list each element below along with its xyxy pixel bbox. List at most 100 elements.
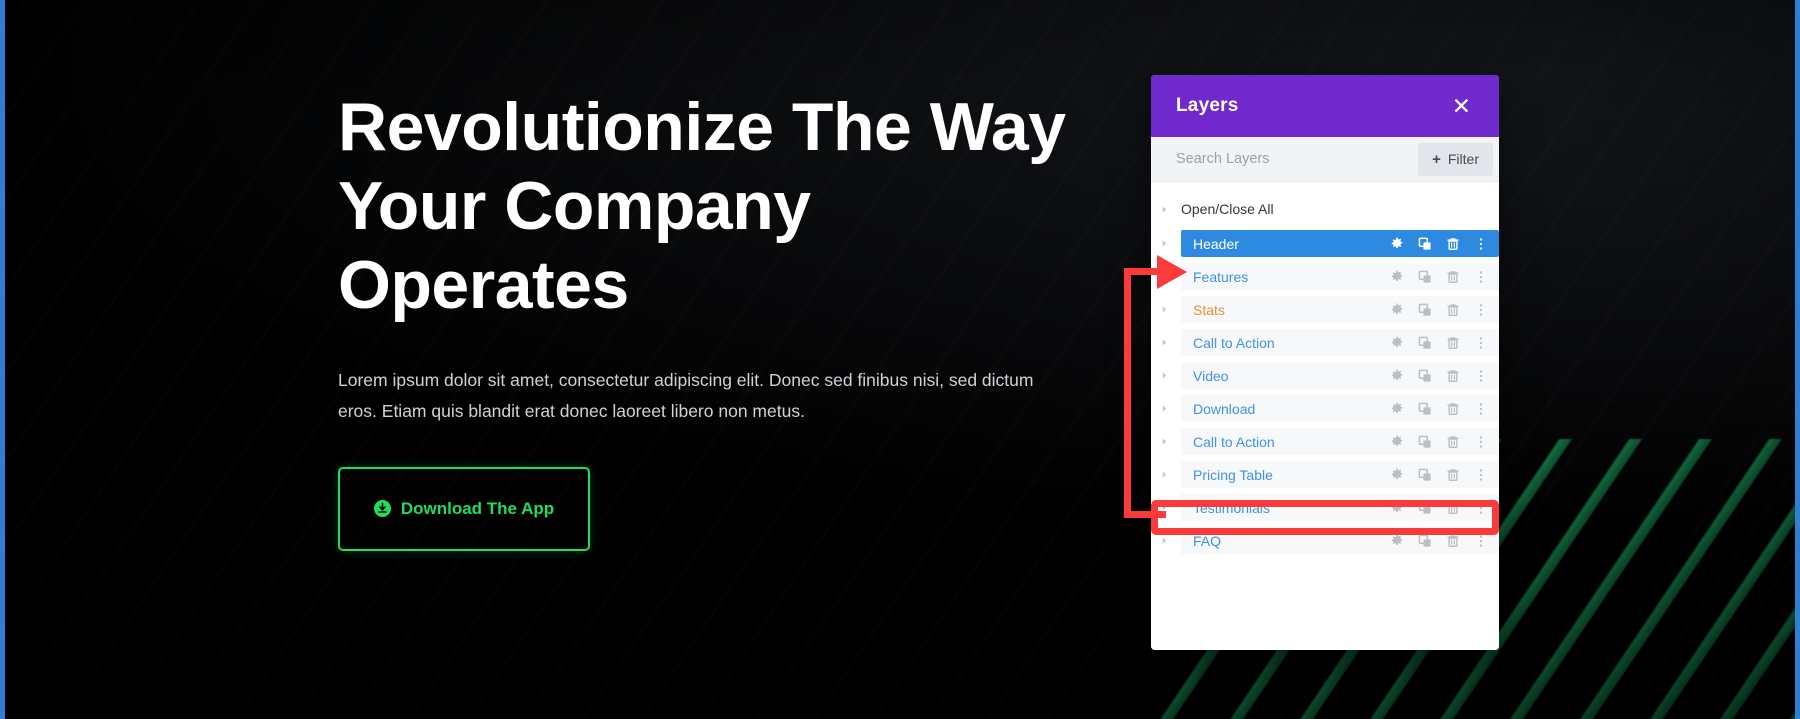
- download-the-app-button[interactable]: Download The App: [338, 466, 590, 551]
- gear-icon[interactable]: [1389, 236, 1404, 251]
- duplicate-icon[interactable]: [1417, 467, 1432, 482]
- caret-right-icon[interactable]: [1157, 336, 1171, 350]
- layer-row-pricing-table[interactable]: Pricing Table: [1151, 461, 1499, 488]
- trash-icon[interactable]: [1445, 434, 1460, 449]
- duplicate-icon[interactable]: [1417, 368, 1432, 383]
- gear-icon[interactable]: [1389, 401, 1404, 416]
- trash-icon[interactable]: [1445, 401, 1460, 416]
- kebab-menu-icon[interactable]: [1473, 335, 1488, 350]
- layer-row-video[interactable]: Video: [1151, 362, 1499, 389]
- layer-row-content[interactable]: Pricing Table: [1181, 461, 1499, 488]
- cta-container: Download The App: [338, 466, 1078, 551]
- caret-right-icon[interactable]: [1157, 534, 1171, 548]
- kebab-menu-icon[interactable]: [1473, 302, 1488, 317]
- trash-icon[interactable]: [1445, 500, 1460, 515]
- trash-icon[interactable]: [1445, 236, 1460, 251]
- plus-icon: +: [1432, 150, 1441, 168]
- caret-right-icon[interactable]: [1157, 468, 1171, 482]
- layers-search-bar: + Filter: [1151, 137, 1499, 182]
- layer-row-content[interactable]: Header: [1181, 230, 1499, 257]
- hero-paragraph: Lorem ipsum dolor sit amet, consectetur …: [338, 369, 1034, 421]
- layer-row-download[interactable]: Download: [1151, 395, 1499, 422]
- trash-icon[interactable]: [1445, 335, 1460, 350]
- layers-list: Open/Close All Header Features Stats Call t…: [1151, 182, 1499, 650]
- caret-right-icon[interactable]: [1157, 303, 1171, 317]
- gear-icon[interactable]: [1389, 467, 1404, 482]
- download-circle-icon: [373, 500, 391, 518]
- gear-icon[interactable]: [1389, 269, 1404, 284]
- caret-right-icon[interactable]: [1157, 202, 1171, 216]
- kebab-menu-icon[interactable]: [1473, 401, 1488, 416]
- trash-icon[interactable]: [1445, 467, 1460, 482]
- layer-row-content[interactable]: Video: [1181, 362, 1499, 389]
- layer-row-header[interactable]: Header: [1151, 230, 1499, 257]
- duplicate-icon[interactable]: [1417, 335, 1432, 350]
- layer-row-call-to-action[interactable]: Call to Action: [1151, 428, 1499, 455]
- duplicate-icon[interactable]: [1417, 434, 1432, 449]
- duplicate-icon[interactable]: [1417, 533, 1432, 548]
- gear-icon[interactable]: [1389, 500, 1404, 515]
- layer-row-actions: [1389, 467, 1490, 482]
- layer-row-testimonials[interactable]: Testimonials: [1151, 494, 1499, 521]
- trash-icon[interactable]: [1445, 269, 1460, 284]
- trash-icon[interactable]: [1445, 302, 1460, 317]
- layer-row-label: Header: [1193, 235, 1239, 252]
- layer-row-label: Features: [1193, 268, 1249, 285]
- kebab-menu-icon[interactable]: [1473, 467, 1488, 482]
- kebab-menu-icon[interactable]: [1473, 533, 1488, 548]
- filter-button-label: Filter: [1447, 151, 1479, 167]
- duplicate-icon[interactable]: [1417, 236, 1432, 251]
- gear-icon[interactable]: [1389, 434, 1404, 449]
- gear-icon[interactable]: [1389, 533, 1404, 548]
- gear-icon[interactable]: [1389, 302, 1404, 317]
- close-icon[interactable]: ✕: [1448, 93, 1475, 120]
- caret-right-icon[interactable]: [1157, 270, 1171, 284]
- kebab-menu-icon[interactable]: [1473, 269, 1488, 284]
- hero-section: Revolutionize The Way Your Company Opera…: [338, 88, 1078, 551]
- open-close-all-label: Open/Close All: [1181, 201, 1274, 217]
- caret-right-icon[interactable]: [1157, 402, 1171, 416]
- trash-icon[interactable]: [1445, 368, 1460, 383]
- layer-row-content[interactable]: Testimonials: [1181, 494, 1499, 521]
- filter-button[interactable]: + Filter: [1418, 142, 1493, 176]
- caret-right-icon[interactable]: [1157, 435, 1171, 449]
- gear-icon[interactable]: [1389, 335, 1404, 350]
- browser-viewport: Revolutionize The Way Your Company Opera…: [0, 0, 1800, 719]
- layer-row-call-to-action[interactable]: Call to Action: [1151, 329, 1499, 356]
- duplicate-icon[interactable]: [1417, 401, 1432, 416]
- layer-row-stats[interactable]: Stats: [1151, 296, 1499, 323]
- duplicate-icon[interactable]: [1417, 500, 1432, 515]
- layer-row-content[interactable]: FAQ: [1181, 527, 1499, 554]
- layer-row-faq[interactable]: FAQ: [1151, 527, 1499, 554]
- trash-icon[interactable]: [1445, 533, 1460, 548]
- caret-right-icon[interactable]: [1157, 369, 1171, 383]
- caret-right-icon[interactable]: [1157, 237, 1171, 251]
- layer-row-features[interactable]: Features: [1151, 263, 1499, 290]
- layer-row-actions: [1389, 335, 1490, 350]
- layer-row-label: FAQ: [1193, 532, 1222, 549]
- layer-row-content[interactable]: Call to Action: [1181, 329, 1499, 356]
- layer-row-content[interactable]: Features: [1181, 263, 1499, 290]
- duplicate-icon[interactable]: [1417, 269, 1432, 284]
- layer-row-actions: [1389, 500, 1490, 515]
- layer-rows-container: Header Features Stats Call to Action Video Do…: [1151, 230, 1499, 554]
- layer-row-actions: [1389, 368, 1490, 383]
- search-layers-input[interactable]: [1176, 151, 1419, 167]
- layer-row-content[interactable]: Call to Action: [1181, 428, 1499, 455]
- page-title: Revolutionize The Way Your Company Opera…: [338, 89, 1066, 323]
- open-close-all-row[interactable]: Open/Close All: [1151, 194, 1499, 224]
- duplicate-icon[interactable]: [1417, 302, 1432, 317]
- layer-row-actions: [1389, 401, 1490, 416]
- layer-row-content[interactable]: Stats: [1181, 296, 1499, 323]
- layer-row-content[interactable]: Download: [1181, 395, 1499, 422]
- gear-icon[interactable]: [1389, 368, 1404, 383]
- layer-row-label: Stats: [1193, 301, 1225, 318]
- kebab-menu-icon[interactable]: [1473, 236, 1488, 251]
- kebab-menu-icon[interactable]: [1473, 434, 1488, 449]
- kebab-menu-icon[interactable]: [1473, 500, 1488, 515]
- layer-row-label: Call to Action: [1193, 334, 1275, 351]
- caret-right-icon[interactable]: [1157, 501, 1171, 515]
- layers-panel: Layers ✕ + Filter Open/Close All Header F…: [1151, 75, 1499, 650]
- kebab-menu-icon[interactable]: [1473, 368, 1488, 383]
- layer-row-label: Video: [1193, 367, 1229, 384]
